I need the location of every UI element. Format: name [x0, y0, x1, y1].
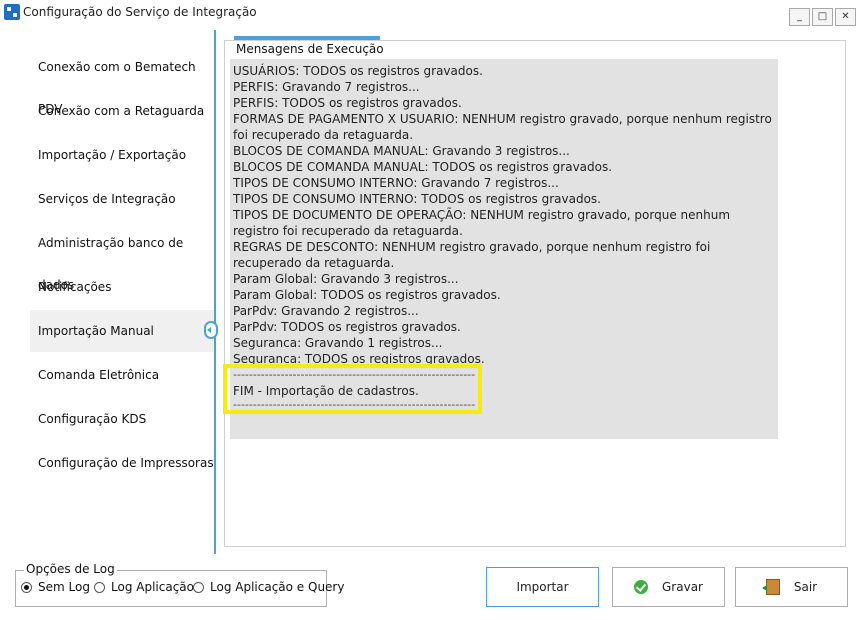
log-line: TIPOS DE CONSUMO INTERNO: Gravando 7 reg… — [233, 176, 559, 190]
title-bar: Configuração do Serviço de Integração _ … — [0, 0, 858, 26]
sidebar-item-conexao-pdv[interactable]: Conexão com o Bematech PDV — [30, 46, 215, 116]
log-line: BLOCOS DE COMANDA MANUAL: TODOS os regis… — [233, 160, 613, 174]
log-line: PERFIS: Gravando 7 registros... — [233, 80, 420, 94]
log-line: PERFIS: TODOS os registros gravados. — [233, 96, 462, 110]
log-line: ParPdv: Gravando 2 registros... — [233, 304, 419, 318]
exit-button[interactable]: Sair — [735, 567, 848, 607]
collapse-arrow-icon[interactable] — [204, 321, 218, 339]
radio-label: Sem Log — [38, 580, 90, 594]
log-line: ParPdv: TODOS os registros gravados. — [233, 320, 461, 334]
sidebar-item-conexao-retaguarda[interactable]: Conexão com a Retaguarda — [30, 90, 215, 132]
log-line: BLOCOS DE COMANDA MANUAL: Gravando 3 reg… — [233, 144, 570, 158]
check-icon — [634, 580, 648, 594]
log-line: TIPOS DE CONSUMO INTERNO: TODOS os regis… — [233, 192, 601, 206]
log-line: Param Global: Gravando 3 registros... — [233, 272, 459, 286]
radio-label: Log Aplicação e Query — [210, 580, 345, 594]
window-title: Configuração do Serviço de Integração — [23, 5, 257, 19]
save-button[interactable]: Gravar — [612, 567, 725, 607]
log-line: USUÁRIOS: TODOS os registros gravados. — [233, 64, 483, 78]
main-window: Configuração do Serviço de Integração _ … — [0, 0, 858, 620]
radio-sem-log[interactable]: Sem Log — [21, 580, 90, 594]
radio-unselected-icon[interactable] — [193, 581, 204, 593]
log-line: Param Global: TODOS os registros gravado… — [233, 288, 501, 302]
exit-door-icon — [761, 579, 780, 595]
sidebar-divider — [214, 30, 216, 554]
sidebar-item-administracao-bd[interactable]: Administração banco de dados — [30, 222, 215, 292]
log-line: FORMAS DE PAGAMENTO X USUARIO: NENHUM re… — [233, 112, 772, 142]
app-icon — [4, 4, 20, 20]
sidebar-item-configuracao-impressoras[interactable]: Configuração de Impressoras — [30, 442, 215, 484]
sidebar-item-servicos-integracao[interactable]: Serviços de Integração — [30, 178, 215, 220]
panel-title: Mensagens de Execução — [236, 42, 384, 56]
maximize-button[interactable]: □ — [812, 8, 833, 26]
radio-selected-icon[interactable] — [21, 581, 32, 593]
sidebar-item-configuracao-kds[interactable]: Configuração KDS — [30, 398, 215, 440]
sidebar-nav: Conexão com o Bematech PDV Conexão com a… — [30, 46, 215, 554]
radio-log-aplicacao-query[interactable]: Log Aplicação e Query — [193, 580, 344, 594]
sidebar-item-importacao-manual[interactable]: Importação Manual — [30, 310, 215, 352]
sidebar-item-comanda-eletronica[interactable]: Comanda Eletrônica — [30, 354, 215, 396]
log-line: Seguranca: Gravando 1 registros... — [233, 336, 443, 350]
highlight-box — [223, 364, 482, 414]
save-button-label: Gravar — [662, 580, 703, 594]
close-button[interactable]: ✕ — [835, 8, 856, 26]
sidebar-item-notificacoes[interactable]: Notificações — [30, 266, 215, 308]
sidebar-item-importacao-exportacao[interactable]: Importação / Exportação — [30, 134, 215, 176]
radio-unselected-icon[interactable] — [94, 581, 105, 593]
panel-tab-indicator — [234, 36, 380, 40]
log-line: REGRAS DE DESCONTO: NENHUM registro grav… — [233, 240, 711, 270]
import-button[interactable]: Importar — [486, 567, 599, 607]
import-button-label: Importar — [516, 580, 569, 594]
log-line: TIPOS DE DOCUMENTO DE OPERAÇÃO: NENHUM r… — [233, 208, 731, 238]
log-options-title: Opções de Log — [24, 562, 117, 576]
radio-log-aplicacao[interactable]: Log Aplicação — [94, 580, 194, 594]
exit-button-label: Sair — [793, 580, 818, 594]
minimize-button[interactable]: _ — [789, 8, 810, 26]
radio-label: Log Aplicação — [111, 580, 194, 594]
